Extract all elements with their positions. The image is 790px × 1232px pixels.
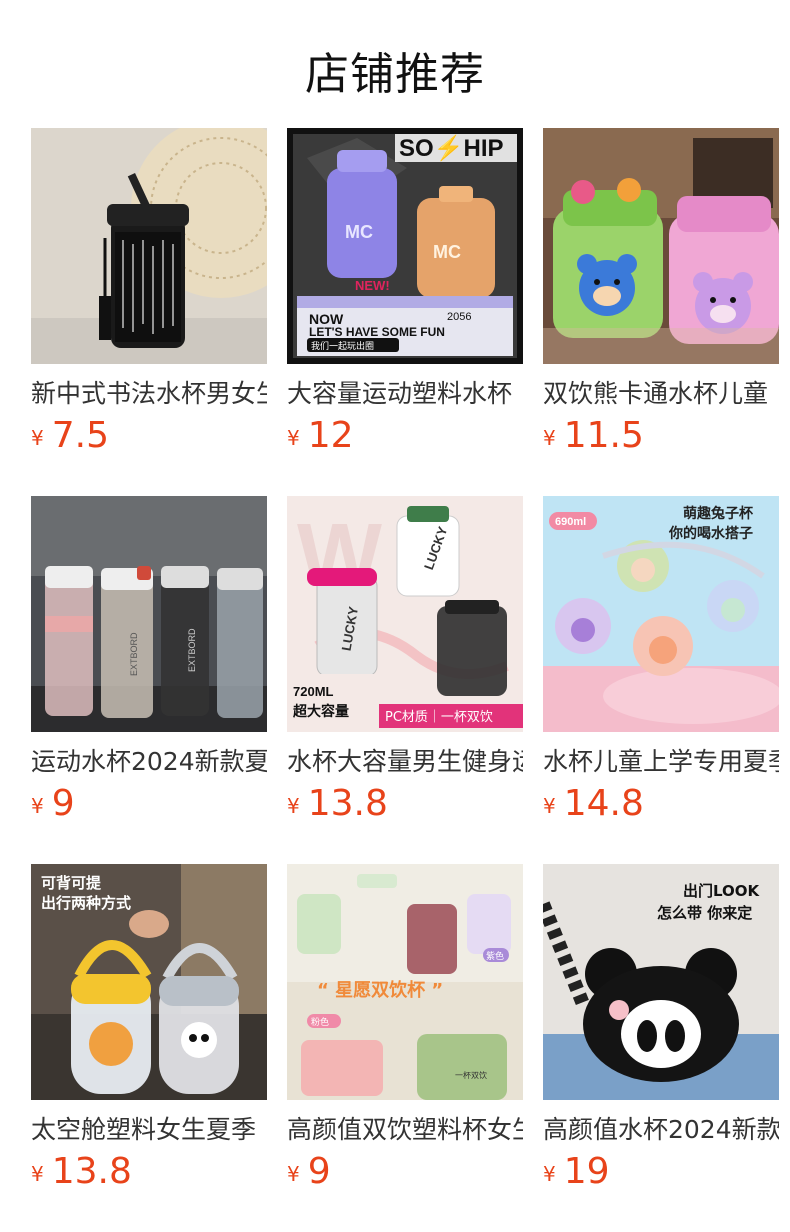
price-value: 9: [307, 1151, 331, 1192]
image-text-how: 怎么带 你来定: [657, 904, 752, 922]
product-price: ¥13.8: [287, 782, 388, 832]
product-price: ¥19: [543, 1150, 610, 1200]
image-brand-text-fg: SO⚡HIP: [399, 134, 504, 162]
image-tag-purple: 紫色: [486, 950, 504, 962]
image-label: MC: [433, 242, 461, 262]
image-label: EXTBORD: [187, 628, 197, 672]
image-text-new: NEW!: [355, 278, 390, 293]
image-text-carry: 可背可提: [41, 874, 102, 892]
currency-symbol: ¥: [287, 426, 300, 450]
image-label: MC: [345, 222, 373, 242]
product-name[interactable]: 运动水杯2024新款夏季: [31, 746, 267, 778]
image-text-2056: 2056: [447, 311, 471, 323]
price-value: 7.5: [51, 415, 109, 456]
currency-symbol: ¥: [543, 426, 556, 450]
product-card[interactable]: 紫色 “ 星愿双饮杯 ” 粉色 一杯双饮 高颜值双饮塑料杯女生 ¥9: [287, 864, 523, 1192]
product-name[interactable]: 太空舱塑料女生夏季: [31, 1114, 267, 1146]
image-text-dual: 一杯双饮: [455, 1070, 487, 1080]
currency-symbol: ¥: [31, 426, 44, 450]
product-price: ¥13.8: [31, 1150, 132, 1200]
product-name[interactable]: 高颜值双饮塑料杯女生: [287, 1114, 523, 1146]
price-value: 13.8: [307, 783, 388, 824]
image-text-720: 720ML: [293, 684, 334, 699]
product-name[interactable]: 双饮熊卡通水杯儿童: [543, 378, 779, 410]
product-price: ¥9: [31, 782, 75, 832]
product-image[interactable]: 可背可提 出行两种方式: [31, 864, 267, 1100]
image-text-fun: LET'S HAVE SOME FUN: [309, 325, 445, 339]
product-image[interactable]: EXTBORD EXTBORD: [31, 496, 267, 732]
product-card[interactable]: 双饮熊卡通水杯儿童 ¥11.5: [543, 128, 779, 456]
currency-symbol: ¥: [543, 1162, 556, 1186]
product-image[interactable]: 出门LOOK 怎么带 你来定: [543, 864, 779, 1100]
image-text-material: PC材质｜一杯双饮: [385, 710, 493, 725]
product-card[interactable]: SO⚡HIP SO⚡HIP MC MC NEW! NOW 2056 LET'S …: [287, 128, 523, 456]
image-label: EXTBORD: [129, 632, 139, 676]
product-image[interactable]: W LUCKY LUCKY 720ML 超大容量 PC材质｜一杯双饮: [287, 496, 523, 732]
product-image[interactable]: 690ml 萌趣兔子杯 你的喝水搭子: [543, 496, 779, 732]
price-value: 14.8: [563, 783, 644, 824]
currency-symbol: ¥: [31, 1162, 44, 1186]
product-card[interactable]: 新中式书法水杯男女生 ¥7.5: [31, 128, 267, 456]
product-image[interactable]: 紫色 “ 星愿双饮杯 ” 粉色 一杯双饮: [287, 864, 523, 1100]
product-name[interactable]: 水杯儿童上学专用夏季: [543, 746, 779, 778]
currency-symbol: ¥: [31, 794, 44, 818]
product-card[interactable]: 出门LOOK 怎么带 你来定 高颜值水杯2024新款 ¥19: [543, 864, 779, 1192]
product-card[interactable]: W LUCKY LUCKY 720ML 超大容量 PC材质｜一杯双饮 水杯大容量…: [287, 496, 523, 824]
product-card[interactable]: EXTBORD EXTBORD 运动水杯2024新款夏季 ¥9: [31, 496, 267, 824]
image-text-ways: 出行两种方式: [41, 894, 131, 912]
image-text-slogan: “ 星愿双饮杯 ”: [317, 979, 443, 1001]
product-card[interactable]: 690ml 萌趣兔子杯 你的喝水搭子 水杯儿童上学专用夏季 ¥14.8: [543, 496, 779, 824]
product-price: ¥11.5: [543, 414, 644, 464]
currency-symbol: ¥: [287, 1162, 300, 1186]
image-tag-pink: 粉色: [311, 1016, 329, 1028]
product-card[interactable]: 可背可提 出行两种方式 太空舱塑料女生夏季 ¥13.8: [31, 864, 267, 1192]
product-name[interactable]: 水杯大容量男生健身运动: [287, 746, 523, 778]
product-price: ¥14.8: [543, 782, 644, 832]
price-value: 9: [51, 783, 75, 824]
image-text-buddy: 你的喝水搭子: [668, 525, 753, 542]
product-image[interactable]: [543, 128, 779, 364]
currency-symbol: ¥: [543, 794, 556, 818]
image-text-capacity: 超大容量: [292, 703, 349, 720]
product-name[interactable]: 新中式书法水杯男女生: [31, 378, 267, 410]
currency-symbol: ¥: [287, 794, 300, 818]
price-value: 11.5: [563, 415, 644, 456]
section-title: 店铺推荐: [305, 49, 485, 100]
image-text-look: 出门LOOK: [683, 882, 761, 900]
price-value: 19: [563, 1151, 610, 1192]
price-value: 12: [307, 415, 354, 456]
product-price: ¥7.5: [31, 414, 109, 464]
image-text-690: 690ml: [555, 516, 586, 528]
image-text-rabbit: 萌趣兔子杯: [683, 505, 754, 522]
product-price: ¥12: [287, 414, 354, 464]
product-image[interactable]: SO⚡HIP SO⚡HIP MC MC NEW! NOW 2056 LET'S …: [287, 128, 523, 364]
product-name[interactable]: 高颜值水杯2024新款: [543, 1114, 779, 1146]
image-text-cn: 我们一起玩出圈: [311, 340, 374, 352]
price-value: 13.8: [51, 1151, 132, 1192]
product-image[interactable]: [31, 128, 267, 364]
product-price: ¥9: [287, 1150, 331, 1200]
product-name[interactable]: 大容量运动塑料水杯: [287, 378, 523, 410]
